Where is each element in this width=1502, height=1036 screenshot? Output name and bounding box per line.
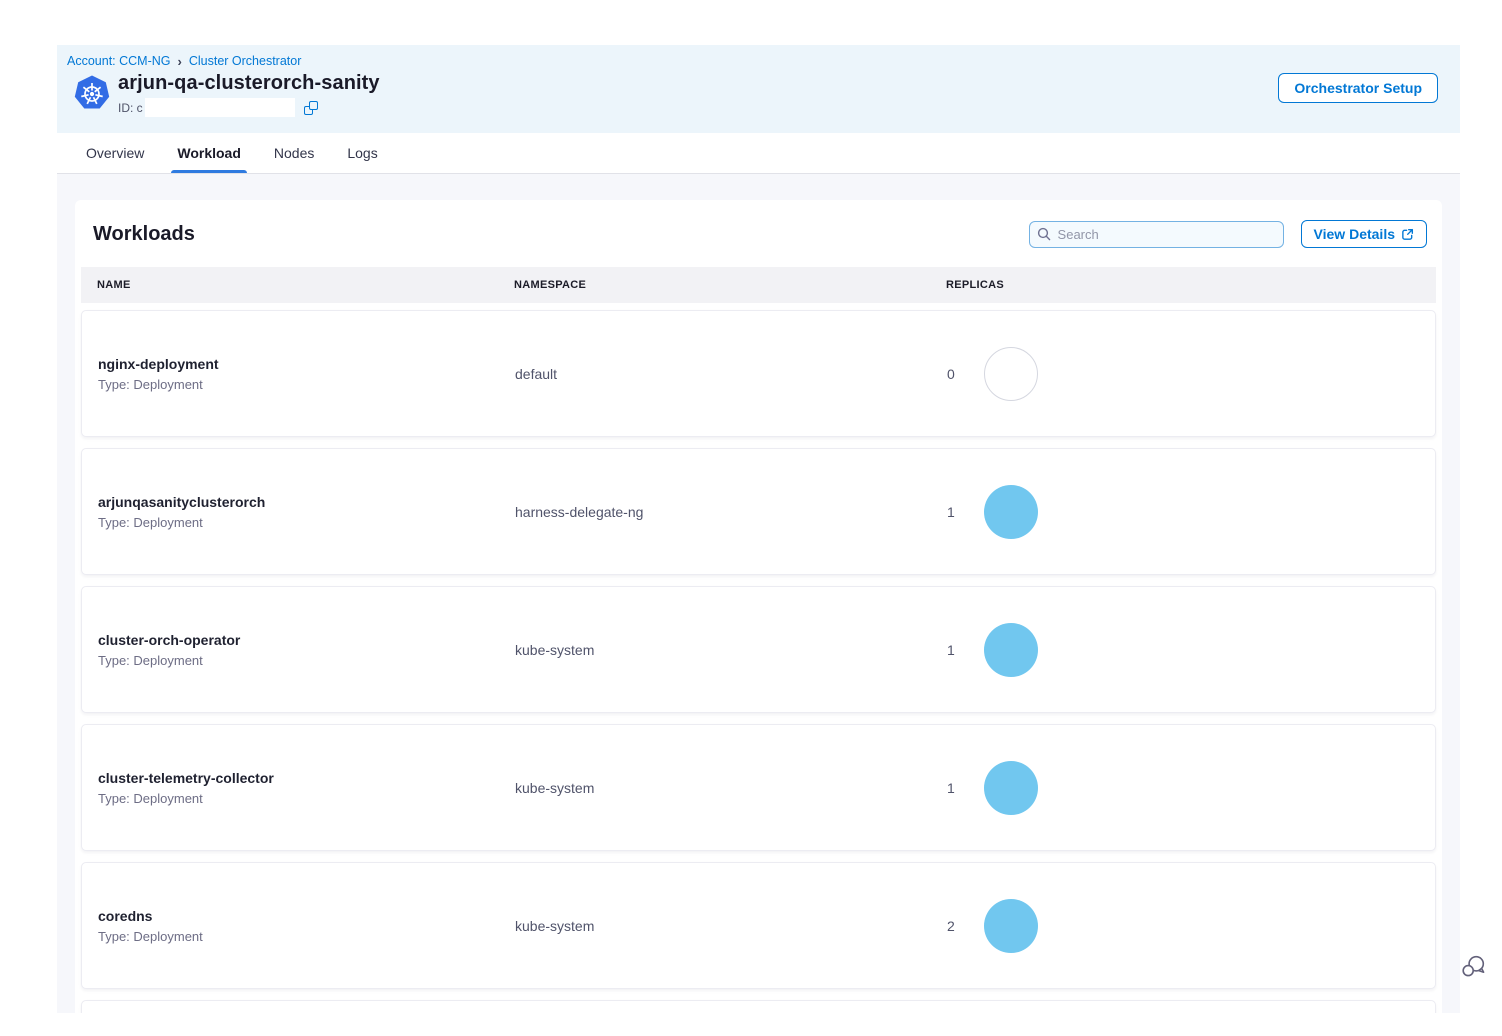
- tab-overview[interactable]: Overview: [84, 133, 146, 173]
- workload-type: Type: Deployment: [98, 653, 515, 668]
- view-details-label: View Details: [1314, 226, 1395, 242]
- workload-namespace: kube-system: [515, 918, 947, 934]
- replica-circle: [984, 623, 1038, 677]
- content-area: Workloads View Details: [57, 174, 1460, 1013]
- workload-namespace: kube-system: [515, 642, 947, 658]
- workload-type: Type: Deployment: [98, 515, 515, 530]
- copy-icon[interactable]: [304, 101, 318, 115]
- tab-label: Workload: [177, 145, 241, 161]
- search-box: [1029, 221, 1284, 248]
- workload-name: cluster-telemetry-collector: [98, 770, 515, 786]
- table-row[interactable]: coredns Type: Deployment kube-system 2: [81, 862, 1436, 989]
- workloads-panel: Workloads View Details: [75, 200, 1442, 1013]
- page-header: Account: CCM-NG › Cluster Orchestrator: [57, 45, 1460, 133]
- workload-namespace: default: [515, 366, 947, 382]
- search-input[interactable]: [1029, 221, 1284, 248]
- tab-label: Nodes: [274, 145, 314, 161]
- page-title: arjun-qa-clusterorch-sanity: [118, 72, 380, 95]
- replica-count: 1: [947, 780, 955, 796]
- table-row-partial[interactable]: [81, 1000, 1436, 1013]
- workload-type: Type: Deployment: [98, 929, 515, 944]
- workload-rows: nginx-deployment Type: Deployment defaul…: [81, 310, 1436, 1013]
- column-header-namespace: NAMESPACE: [514, 279, 946, 291]
- replica-count: 1: [947, 504, 955, 520]
- workload-type: Type: Deployment: [98, 377, 515, 392]
- tab-bar: Overview Workload Nodes Logs: [57, 133, 1460, 174]
- cluster-id-redacted-value: [145, 98, 295, 117]
- tab-workload[interactable]: Workload: [175, 133, 243, 173]
- replica-count: 0: [947, 366, 955, 382]
- tab-logs[interactable]: Logs: [345, 133, 379, 173]
- table-row[interactable]: nginx-deployment Type: Deployment defaul…: [81, 310, 1436, 437]
- cluster-orchestrator-app: Account: CCM-NG › Cluster Orchestrator: [57, 45, 1460, 1013]
- view-details-button[interactable]: View Details: [1301, 220, 1427, 248]
- workload-namespace: kube-system: [515, 780, 947, 796]
- replica-circle: [984, 347, 1038, 401]
- replica-count: 1: [947, 642, 955, 658]
- table-header: NAME NAMESPACE REPLICAS: [81, 267, 1436, 303]
- chat-bubbles-icon: [1460, 953, 1487, 980]
- replica-count: 2: [947, 918, 955, 934]
- tab-label: Overview: [86, 145, 144, 161]
- replica-circle: [984, 761, 1038, 815]
- table-row[interactable]: cluster-orch-operator Type: Deployment k…: [81, 586, 1436, 713]
- cluster-id-label: ID: c: [118, 101, 143, 115]
- replica-circle: [984, 899, 1038, 953]
- chevron-right-icon: ›: [178, 55, 182, 68]
- workload-type: Type: Deployment: [98, 791, 515, 806]
- workload-namespace: harness-delegate-ng: [515, 504, 947, 520]
- workload-name: coredns: [98, 908, 515, 924]
- orchestrator-setup-button[interactable]: Orchestrator Setup: [1278, 73, 1438, 103]
- column-header-name: NAME: [81, 279, 514, 291]
- column-header-replicas: REPLICAS: [946, 279, 1436, 291]
- breadcrumb-section-link[interactable]: Cluster Orchestrator: [189, 54, 302, 68]
- table-row[interactable]: cluster-telemetry-collector Type: Deploy…: [81, 724, 1436, 851]
- tab-label: Logs: [347, 145, 377, 161]
- workload-name: cluster-orch-operator: [98, 632, 515, 648]
- breadcrumb-account-link[interactable]: Account: CCM-NG: [67, 54, 171, 68]
- chat-feedback-button[interactable]: [1459, 953, 1487, 981]
- breadcrumb: Account: CCM-NG › Cluster Orchestrator: [66, 54, 1438, 68]
- search-icon: [1037, 227, 1051, 241]
- tab-nodes[interactable]: Nodes: [272, 133, 316, 173]
- replica-circle: [984, 485, 1038, 539]
- workload-name: arjunqasanityclusterorch: [98, 494, 515, 510]
- external-link-icon: [1401, 228, 1414, 241]
- workloads-title: Workloads: [93, 223, 195, 246]
- workload-name: nginx-deployment: [98, 356, 515, 372]
- table-row[interactable]: arjunqasanityclusterorch Type: Deploymen…: [81, 448, 1436, 575]
- kubernetes-icon: [72, 74, 112, 114]
